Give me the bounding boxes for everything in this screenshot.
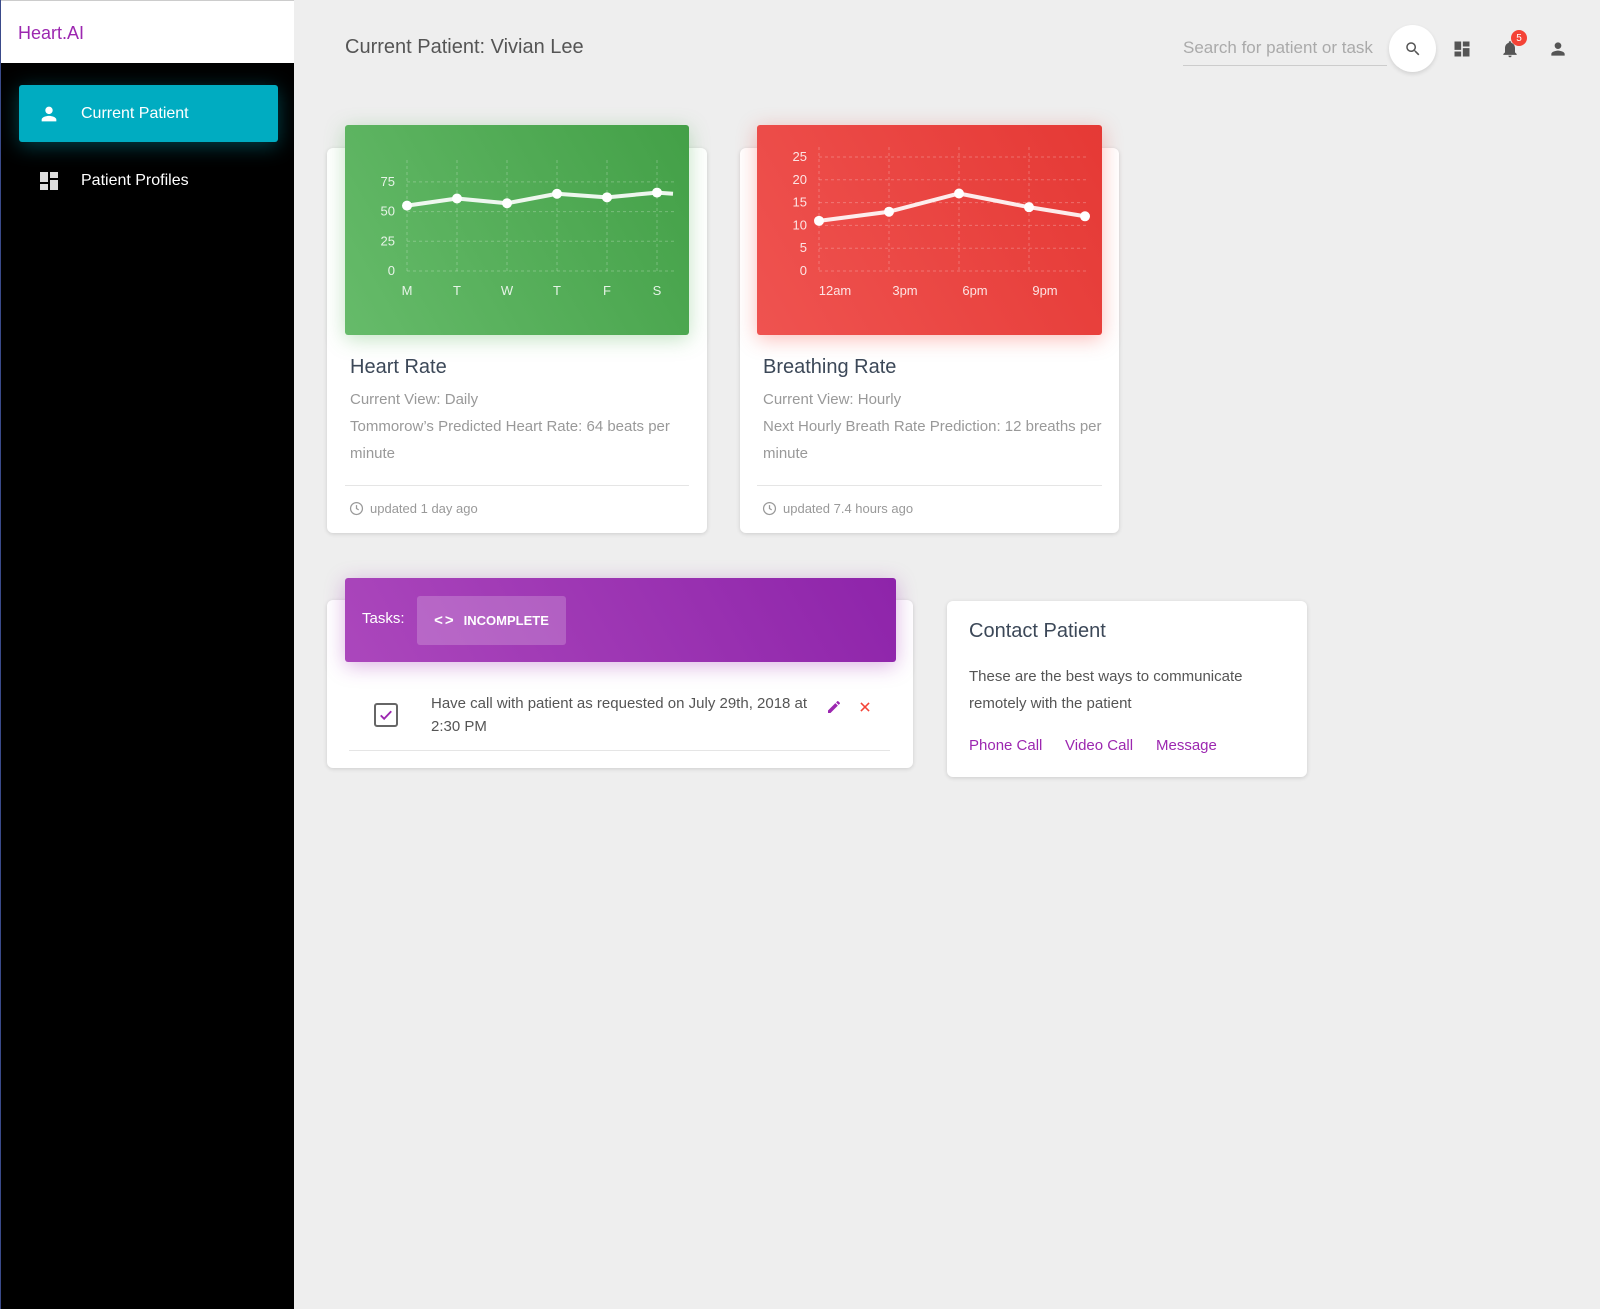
breathing-rate-title: Breathing Rate	[763, 356, 897, 378]
x-tick-label: T	[453, 283, 461, 298]
heart-rate-footer: updated 1 day ago	[349, 501, 478, 516]
clock-icon	[349, 501, 364, 516]
page-title: Current Patient: Vivian Lee	[345, 36, 584, 58]
y-tick-label: 25	[381, 233, 395, 248]
task-checkbox[interactable]	[374, 703, 398, 727]
search-field[interactable]	[1183, 30, 1387, 66]
x-tick-label: T	[553, 283, 561, 298]
data-point	[602, 192, 612, 203]
tasks-header: Tasks: <> INCOMPLETE	[345, 578, 896, 662]
breathing-rate-chart-svg: 0 5 10 15 20 25 12am 3pm 6pm 9pm	[793, 147, 1090, 298]
sidebar-item-label: Patient Profiles	[81, 171, 189, 189]
data-point	[1024, 202, 1034, 213]
dashboard-icon[interactable]	[1450, 37, 1474, 61]
x-tick-label: W	[501, 283, 514, 298]
task-text: Have call with patient as requested on J…	[431, 695, 808, 735]
data-point	[652, 187, 662, 198]
y-tick-label: 20	[793, 172, 807, 187]
tab-label: INCOMPLETE	[463, 613, 549, 628]
divider	[757, 485, 1102, 486]
x-tick-label: M	[402, 283, 413, 298]
contact-description: These are the best ways to communicate r…	[969, 668, 1243, 712]
task-divider	[349, 750, 890, 751]
data-point	[552, 188, 562, 199]
x-tick-label: 3pm	[892, 283, 917, 298]
data-point	[502, 198, 512, 209]
data-point	[884, 206, 894, 217]
data-point	[814, 215, 824, 226]
y-tick-label: 50	[381, 204, 395, 219]
person-icon	[37, 102, 61, 126]
code-icon: <>	[434, 612, 456, 629]
y-tick-label: 75	[381, 174, 395, 189]
divider	[345, 485, 689, 486]
sidebar: Heart.AI Current Patient Patient Profile…	[0, 0, 294, 1309]
x-tick-label: S	[653, 283, 662, 298]
tasks-label: Tasks:	[362, 610, 405, 627]
updated-text: updated 1 day ago	[370, 501, 478, 516]
edit-icon[interactable]	[824, 697, 844, 717]
x-tick-label: 12am	[819, 283, 852, 298]
phone-call-link[interactable]: Phone Call	[969, 737, 1042, 754]
y-tick-label: 10	[793, 217, 807, 232]
breathing-rate-footer: updated 7.4 hours ago	[762, 501, 913, 516]
updated-text: updated 7.4 hours ago	[783, 501, 914, 516]
heart-rate-view: Current View: Daily	[350, 391, 479, 408]
y-tick-label: 25	[793, 149, 807, 164]
search-icon	[1405, 41, 1419, 55]
clock-icon	[762, 501, 777, 516]
account-icon[interactable]	[1546, 37, 1570, 61]
breathing-rate-view: Current View: Hourly	[763, 391, 902, 408]
brand-logo[interactable]: Heart.AI	[1, 0, 294, 63]
data-point	[452, 193, 462, 204]
sidebar-item-label: Current Patient	[81, 104, 189, 122]
breathing-rate-chart: 0 5 10 15 20 25 12am 3pm 6pm 9pm	[757, 125, 1102, 335]
tab-incomplete[interactable]: <> INCOMPLETE	[417, 596, 566, 645]
data-point	[1080, 211, 1090, 222]
x-tick-label: F	[603, 283, 611, 298]
data-point	[954, 188, 964, 199]
heart-rate-chart: 0 25 50 75 M T W T F S	[345, 125, 689, 335]
notification-badge: 5	[1511, 30, 1527, 46]
sidebar-item-patient-profiles[interactable]: Patient Profiles	[19, 152, 278, 209]
search-input[interactable]	[1183, 30, 1387, 65]
y-tick-label: 0	[388, 263, 395, 278]
contact-title: Contact Patient	[969, 620, 1106, 642]
y-tick-label: 15	[793, 195, 807, 210]
message-link[interactable]: Message	[1156, 737, 1217, 754]
breathing-rate-prediction: Next Hourly Breath Rate Prediction: 12 b…	[763, 418, 1102, 462]
series-line	[818, 191, 1086, 223]
heart-rate-title: Heart Rate	[350, 356, 447, 378]
x-tick-label: 6pm	[962, 283, 987, 298]
video-call-link[interactable]: Video Call	[1065, 737, 1133, 754]
y-tick-label: 5	[800, 240, 807, 255]
sidebar-item-current-patient[interactable]: Current Patient	[19, 85, 278, 142]
data-point	[402, 200, 412, 211]
brand-name: Heart.AI	[18, 23, 85, 43]
dashboard-icon	[37, 169, 61, 193]
y-tick-label: 0	[800, 263, 807, 278]
check-icon	[380, 710, 392, 721]
x-tick-label: 9pm	[1032, 283, 1057, 298]
heart-rate-prediction: Tommorow’s Predicted Heart Rate: 64 beat…	[350, 418, 670, 462]
series-line	[406, 190, 674, 208]
close-icon[interactable]	[855, 697, 875, 717]
search-button[interactable]	[1389, 25, 1436, 72]
heart-rate-chart-svg: 0 25 50 75 M T W T F S	[381, 160, 675, 298]
